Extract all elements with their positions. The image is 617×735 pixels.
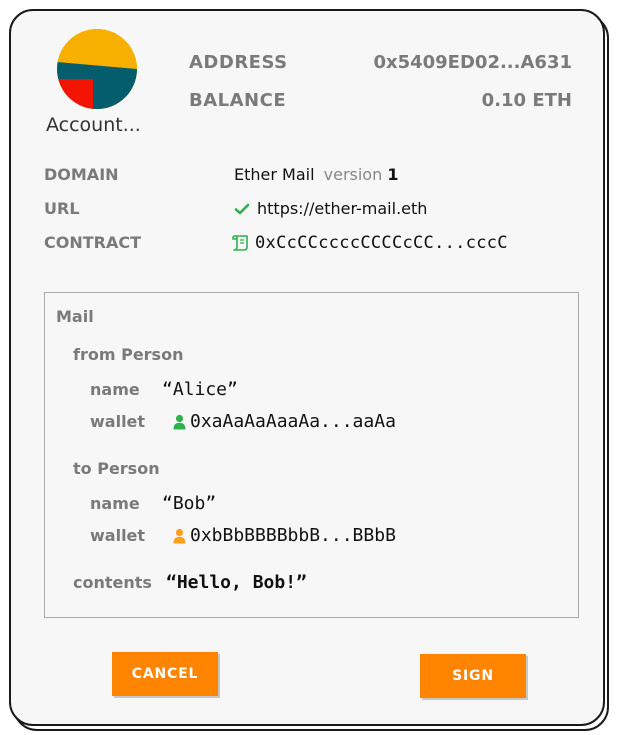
from-name-value: “Alice” [162,379,238,400]
sign-button[interactable]: SIGN [420,654,526,698]
url-row: https://ether-mail.eth [234,199,427,218]
account-avatar [57,29,137,109]
address-value[interactable]: 0x5409ED02...A631 [373,52,572,73]
contract-address[interactable]: 0xCcCCccccCCCCcCC...cccC [255,233,508,253]
to-wallet-address[interactable]: 0xbBbBBBBbbB...BBbB [190,525,396,546]
url-label: URL [44,199,80,218]
to-name-value: “Bob” [162,493,217,514]
version-label: version [323,165,383,184]
contents-key: contents [73,573,152,592]
message-box [44,292,579,618]
to-wallet-key: wallet [90,526,146,545]
contract-icon [232,234,252,252]
cancel-button[interactable]: CANCEL [112,652,218,696]
from-person-label: from Person [73,345,184,364]
contents-value: “Hello, Bob!” [166,572,307,593]
address-label: ADDRESS [189,52,288,73]
from-name-key: name [90,380,140,399]
from-wallet-row: 0xaAaAaAaaAa...aaAa [173,411,396,432]
to-person-label: to Person [73,459,160,478]
from-wallet-key: wallet [90,412,146,431]
check-icon [234,201,250,217]
message-type: Mail [56,307,94,326]
from-wallet-address[interactable]: 0xaAaAaAaaAa...aaAa [190,411,396,432]
avatar-identicon [57,29,137,109]
balance-value: 0.10 ETH [481,90,572,111]
domain-value: Ether Mail version 1 [234,165,398,184]
to-name-key: name [90,494,140,513]
domain-label: DOMAIN [44,165,119,184]
to-wallet-row: 0xbBbBBBBbbB...BBbB [173,525,396,546]
person-icon [173,528,186,544]
url-value[interactable]: https://ether-mail.eth [257,199,427,218]
contract-label: CONTRACT [44,233,142,252]
version-value: 1 [387,165,399,184]
contract-row: 0xCcCCccccCCCCcCC...cccC [232,233,508,253]
person-icon [173,414,186,430]
balance-label: BALANCE [189,90,287,111]
account-name: Account... [46,114,141,136]
domain-name: Ether Mail [234,165,315,184]
